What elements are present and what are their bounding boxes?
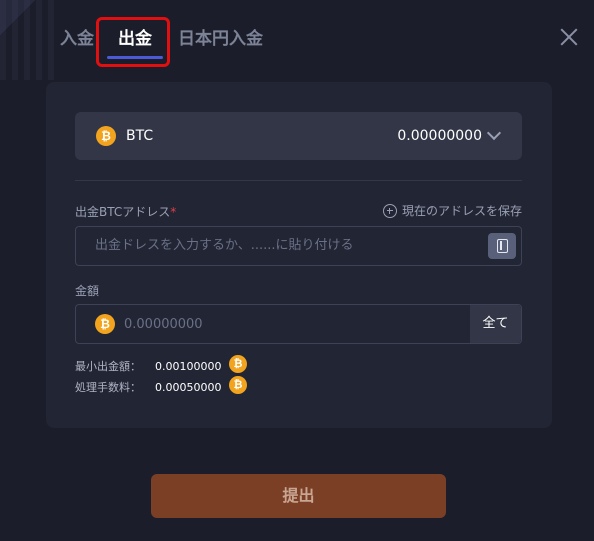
bitcoin-icon: ₿	[96, 126, 116, 146]
save-address-label: 現在のアドレスを保存	[401, 204, 522, 218]
required-mark: *	[170, 205, 177, 219]
background-pattern	[0, 0, 60, 80]
amount-input[interactable]	[122, 316, 426, 333]
coin-selector[interactable]: ₿ BTC 0.00000000	[75, 112, 522, 160]
submit-button[interactable]: 提出	[151, 474, 446, 518]
coin-name: BTC	[126, 128, 154, 144]
min-withdraw-label: 最小出金額：	[75, 360, 141, 373]
fee-label: 処理手数料：	[75, 381, 141, 394]
fee-value: 0.00050000	[155, 380, 222, 394]
save-address-button[interactable]: 現在のアドレスを保存	[382, 202, 522, 219]
bitcoin-icon: ₿	[229, 376, 247, 394]
tab-withdraw[interactable]: 出金	[118, 28, 152, 50]
tab-jpy-deposit[interactable]: 日本円入金	[178, 28, 263, 50]
withdraw-modal: 入金 出金 日本円入金 ₿ BTC 0.00000000 出金BTCアドレス* …	[0, 0, 594, 541]
divider	[75, 180, 522, 181]
coin-balance: 0.00000000	[397, 128, 482, 144]
address-field	[75, 226, 522, 266]
tab-deposit[interactable]: 入金	[60, 28, 94, 50]
min-withdraw-row: 最小出金額： 0.00100000 ₿	[75, 355, 247, 374]
amount-label: 金額	[75, 284, 100, 298]
bitcoin-icon: ₿	[229, 355, 247, 373]
address-input[interactable]	[93, 237, 477, 254]
plus-circle-icon	[382, 203, 397, 218]
fee-row: 処理手数料： 0.00050000 ₿	[75, 376, 247, 395]
address-book-icon[interactable]	[488, 233, 516, 259]
max-amount-button[interactable]: 全て	[470, 305, 521, 343]
chevron-down-icon	[486, 125, 502, 141]
address-label: 出金BTCアドレス	[75, 205, 171, 219]
active-tab-underline	[107, 56, 163, 59]
withdraw-form-card: ₿ BTC 0.00000000 出金BTCアドレス* 現在のアドレスを保存 金…	[46, 82, 552, 428]
address-label-wrap: 出金BTCアドレス*	[75, 203, 176, 220]
tab-bar: 入金	[60, 28, 94, 50]
bitcoin-icon: ₿	[95, 314, 115, 334]
close-icon[interactable]	[558, 26, 580, 48]
min-withdraw-value: 0.00100000	[155, 359, 222, 373]
amount-field: ₿ 全て	[75, 304, 522, 344]
